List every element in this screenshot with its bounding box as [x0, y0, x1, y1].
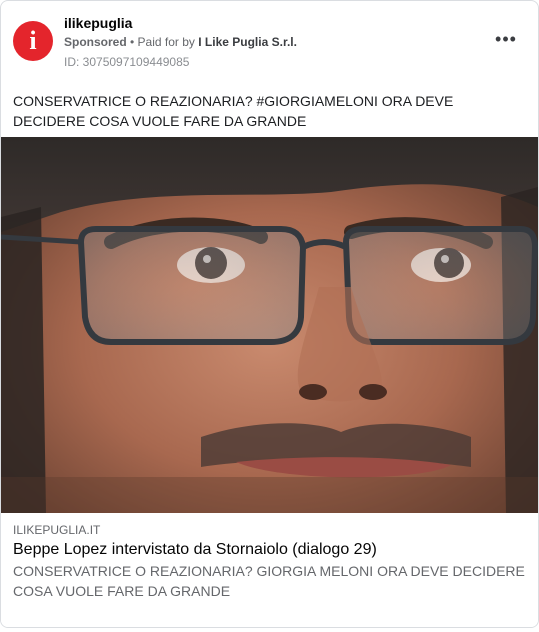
ad-image[interactable] — [1, 137, 538, 513]
link-preview[interactable]: ILIKEPUGLIA.IT Beppe Lopez intervistato … — [1, 513, 538, 627]
more-options-icon[interactable]: ••• — [494, 30, 518, 49]
page-avatar[interactable]: i — [13, 21, 53, 61]
face-photo-icon — [1, 137, 538, 513]
link-description: CONSERVATRICE O REAZIONARIA? GIORGIA MEL… — [13, 563, 525, 599]
separator: • — [126, 35, 138, 49]
ad-card: i ilikepuglia Sponsored • Paid for by I … — [0, 0, 539, 628]
sponsored-label: Sponsored — [64, 35, 127, 49]
ad-header: i ilikepuglia Sponsored • Paid for by I … — [13, 13, 526, 73]
link-title[interactable]: Beppe Lopez intervistato da Stornaiolo (… — [13, 541, 377, 559]
ad-body-text: CONSERVATRICE O REAZIONARIA? #GIORGIAMEL… — [13, 93, 454, 129]
page-name-link[interactable]: ilikepuglia — [64, 15, 132, 31]
ad-id: ID: 3075097109449085 — [64, 55, 190, 69]
paid-for-prefix: Paid for by — [137, 35, 199, 49]
payer-name[interactable]: I Like Puglia S.r.l. — [198, 35, 297, 49]
sponsor-line: Sponsored • Paid for by I Like Puglia S.… — [64, 35, 297, 49]
link-domain: ILIKEPUGLIA.IT — [13, 523, 101, 537]
